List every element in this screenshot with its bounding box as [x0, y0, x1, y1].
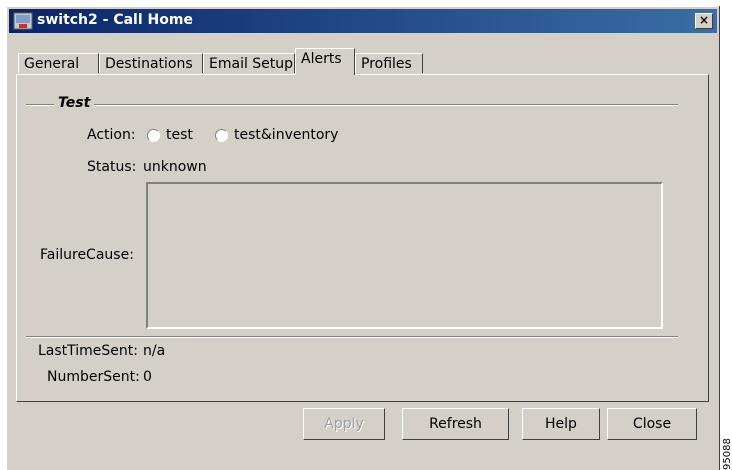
radio-test[interactable] — [147, 129, 160, 142]
apply-button[interactable]: Apply — [303, 408, 385, 440]
close-icon: × — [698, 13, 710, 27]
status-value: unknown — [143, 159, 207, 175]
window-title: switch2 - Call Home — [37, 12, 193, 28]
tab-email-setup[interactable]: Email Setup — [203, 53, 295, 73]
radio-test-inventory-label[interactable]: test&inventory — [234, 127, 338, 143]
figure-id-watermark: 95088 — [722, 438, 732, 470]
number-sent-value: 0 — [143, 369, 152, 385]
title-bar[interactable]: switch2 - Call Home × — [9, 9, 717, 33]
refresh-button[interactable]: Refresh — [402, 408, 509, 440]
action-label: Action: — [87, 127, 136, 143]
number-sent-label: NumberSent: — [47, 369, 140, 385]
radio-test-inventory[interactable] — [215, 129, 228, 142]
help-button[interactable]: Help — [522, 408, 600, 440]
tab-profiles[interactable]: Profiles — [355, 53, 423, 73]
failure-cause-textarea[interactable] — [146, 182, 663, 329]
close-button[interactable]: Close — [607, 408, 697, 440]
status-label: Status: — [87, 159, 137, 175]
tab-general[interactable]: General — [18, 53, 99, 73]
last-time-sent-label: LastTimeSent: — [38, 343, 139, 359]
window-close-button[interactable]: × — [695, 13, 713, 29]
tab-alerts[interactable]: Alerts — [295, 48, 355, 75]
failure-cause-label: FailureCause: — [40, 247, 134, 263]
radio-test-label[interactable]: test — [166, 127, 193, 143]
separator — [26, 336, 678, 338]
app-icon — [13, 12, 33, 30]
last-time-sent-value: n/a — [143, 343, 166, 359]
test-group-title: Test — [54, 95, 95, 111]
tab-destinations[interactable]: Destinations — [99, 53, 203, 73]
test-group-border — [26, 104, 678, 106]
